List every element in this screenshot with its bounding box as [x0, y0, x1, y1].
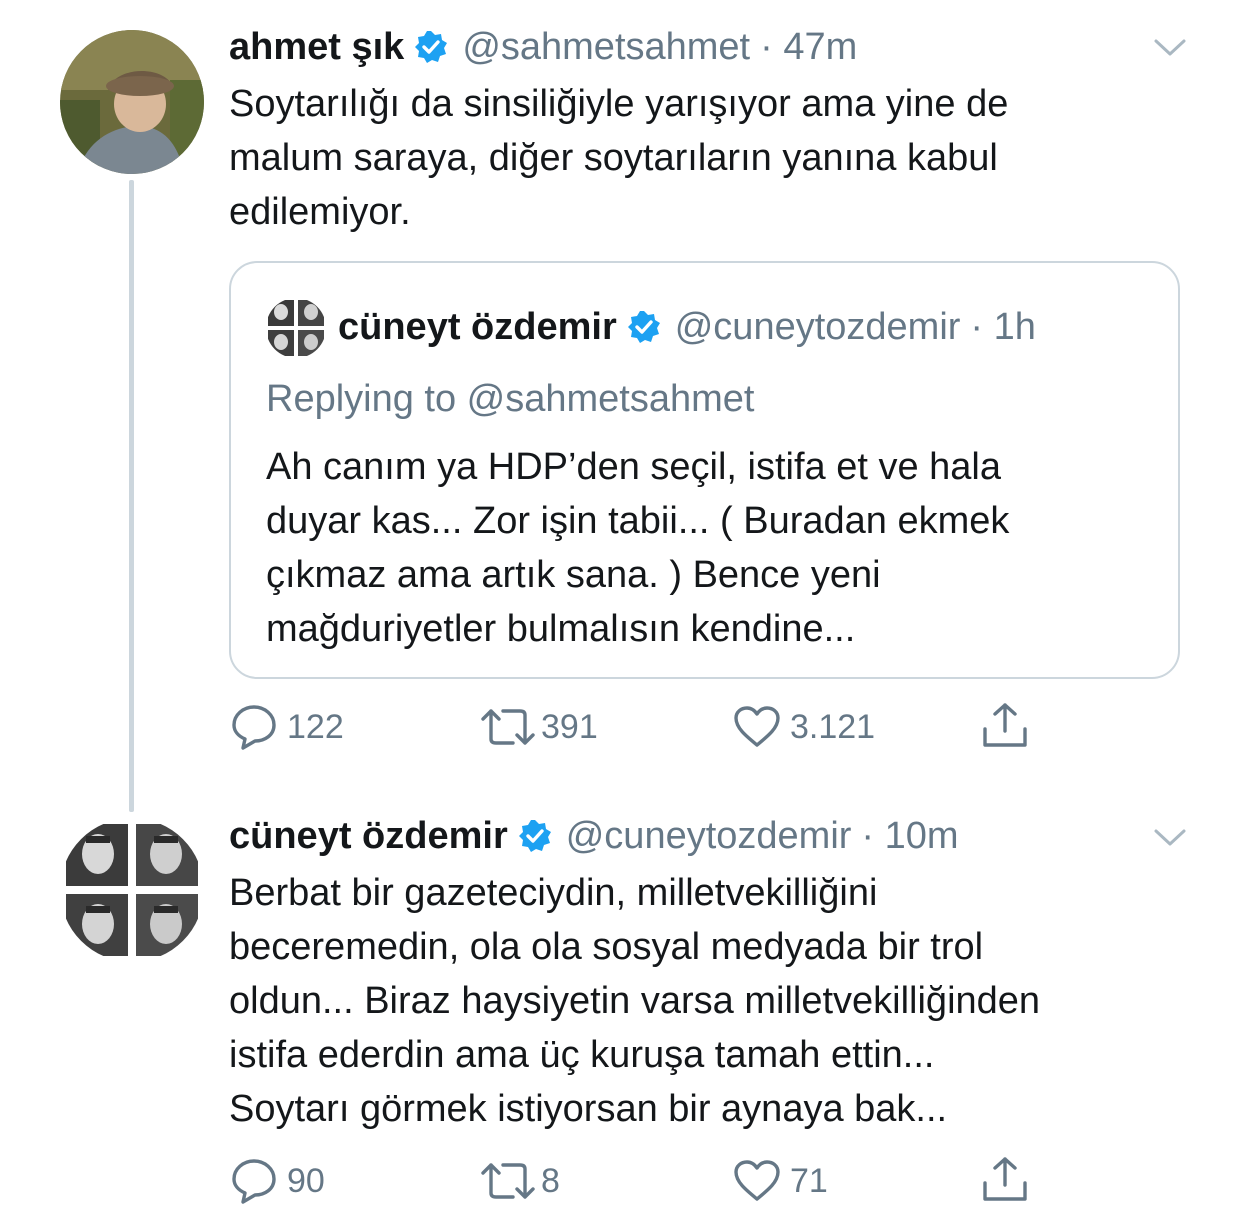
thread-connector-line — [129, 180, 134, 812]
quoted-tweet-card[interactable]: cüneyt özdemir @cuneytozdemir · 1h Reply… — [229, 261, 1180, 679]
timestamp[interactable]: · 47m — [760, 25, 857, 69]
share-icon — [983, 703, 1027, 747]
quoted-text-line: çıkmaz ama artık sana. ) Bence yeni — [266, 554, 881, 596]
tweet-text-line: malum saraya, diğer soytarıların yanına … — [229, 137, 998, 179]
chevron-down-icon[interactable] — [1153, 827, 1187, 849]
tweet-text-line: Soytarı görmek istiyorsan bir aynaya bak… — [229, 1088, 948, 1130]
retweet-button[interactable]: 8 — [479, 1157, 560, 1205]
display-name[interactable]: cüneyt özdemir — [229, 814, 508, 858]
avatar-cuneyt-ozdemir[interactable] — [60, 818, 204, 962]
tweet-text-line: Soytarılığı da sinsiliğiyle yarışıyor am… — [229, 83, 1009, 125]
reply-button[interactable]: 90 — [229, 1157, 325, 1205]
retweet-icon — [481, 709, 535, 745]
quoted-tweet-text: Ah canım ya HDP’den seçil, istifa et ve … — [266, 440, 1009, 656]
retweet-count: 8 — [541, 1161, 560, 1200]
reply-icon — [232, 1159, 276, 1204]
reply-icon — [232, 705, 276, 750]
avatar-cuneyt-ozdemir-small — [266, 298, 326, 358]
tweet-text: Berbat bir gazeteciydin, milletvekilliği… — [229, 866, 1040, 1136]
reply-count: 90 — [287, 1161, 325, 1200]
tweet-header: cüneyt özdemir @cuneytozdemir · 10m — [229, 814, 959, 858]
quoted-text-line: duyar kas... Zor işin tabii... ( Buradan… — [266, 500, 1010, 542]
tweet-text-line: oldun... Biraz haysiyetin varsa milletve… — [229, 980, 1041, 1022]
like-count: 71 — [790, 1161, 828, 1200]
verified-badge-icon — [414, 30, 448, 64]
timestamp: · 1h — [970, 306, 1036, 348]
tweet-text: Soytarılığı da sinsiliğiyle yarışıyor am… — [229, 77, 1008, 239]
quoted-text-line: mağduriyetler bulmalısın kendine... — [266, 608, 856, 650]
tweet-text-line: edilemiyor. — [229, 191, 411, 233]
timestamp[interactable]: · 10m — [861, 814, 958, 858]
chevron-down-icon[interactable] — [1153, 37, 1187, 59]
retweet-count: 391 — [541, 707, 598, 746]
quoted-text-line: Ah canım ya HDP’den seçil, istifa et ve … — [266, 446, 1002, 488]
avatar-ahmet-sik[interactable] — [60, 30, 204, 174]
verified-badge-icon — [627, 310, 661, 344]
replying-to-label: Replying to @sahmetsahmet — [266, 378, 755, 420]
share-button[interactable] — [981, 701, 1029, 751]
like-button[interactable]: 71 — [732, 1157, 828, 1205]
tweet-header: ahmet şık @sahmetsahmet · 47m — [229, 25, 857, 69]
user-handle[interactable]: @cuneytozdemir — [566, 814, 852, 858]
share-icon — [983, 1157, 1027, 1201]
tweet-text-line: istifa ederdin ama üç kuruşa tamah ettin… — [229, 1034, 935, 1076]
retweet-icon — [481, 1163, 535, 1199]
verified-badge-icon — [518, 819, 552, 853]
tweet-text-line: beceremedin, ola ola sosyal medyada bir … — [229, 926, 984, 968]
heart-icon — [734, 1160, 780, 1201]
heart-icon — [734, 706, 780, 747]
like-count: 3.121 — [790, 707, 876, 746]
display-name: cüneyt özdemir — [338, 306, 617, 348]
quoted-tweet-header: cüneyt özdemir @cuneytozdemir · 1h — [338, 305, 1036, 349]
share-button[interactable] — [981, 1155, 1029, 1205]
retweet-button[interactable]: 391 — [479, 703, 598, 751]
display-name[interactable]: ahmet şık — [229, 25, 404, 69]
reply-count: 122 — [287, 707, 344, 746]
tweet-text-line: Berbat bir gazeteciydin, milletvekilliği… — [229, 872, 878, 914]
reply-button[interactable]: 122 — [229, 703, 344, 751]
user-handle: @cuneytozdemir — [674, 306, 961, 348]
user-handle[interactable]: @sahmetsahmet — [462, 25, 750, 69]
like-button[interactable]: 3.121 — [732, 703, 875, 751]
